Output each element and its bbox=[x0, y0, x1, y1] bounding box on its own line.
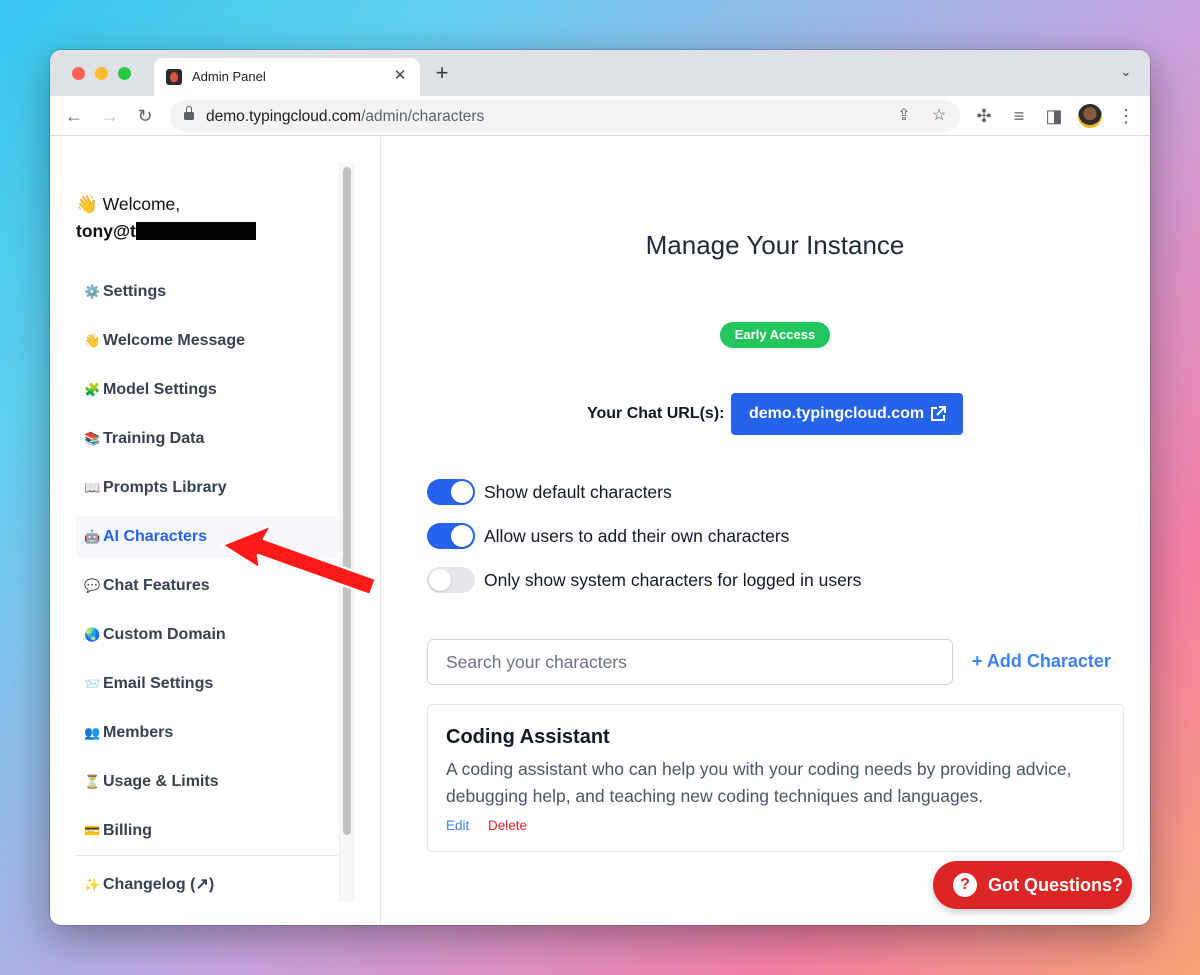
sparkles-icon: ✨ bbox=[84, 877, 101, 892]
got-questions-button[interactable]: ? Got Questions? bbox=[933, 861, 1132, 909]
sidebar-item-changelog[interactable]: ✨ Changelog (↗) bbox=[76, 864, 338, 906]
toggle-label: Show default characters bbox=[484, 482, 672, 502]
system-characters-logged-in-toggle[interactable] bbox=[427, 567, 475, 593]
books-icon: 📚 bbox=[84, 431, 101, 446]
more-menu-icon[interactable]: ⋮ bbox=[1114, 104, 1138, 128]
puzzle-icon: 🧩 bbox=[84, 382, 101, 397]
red-arrow-annotation bbox=[220, 525, 378, 597]
redaction-bar bbox=[135, 222, 256, 240]
chat-icon: 💬 bbox=[84, 578, 101, 593]
sidebar-item-custom-domain[interactable]: 🌏 Custom Domain bbox=[76, 614, 338, 656]
browser-window: Admin Panel ✕ + ⌄ ← → ↻ demo.typingcloud… bbox=[50, 50, 1150, 925]
extensions-puzzle-icon[interactable]: ✣ bbox=[972, 104, 996, 128]
favicon-icon bbox=[166, 69, 182, 85]
sidebar-item-settings[interactable]: ⚙️ Settings bbox=[76, 271, 338, 313]
hourglass-icon: ⏳ bbox=[84, 774, 101, 789]
maximize-window-button[interactable] bbox=[118, 67, 131, 80]
globe-icon: 🌏 bbox=[84, 627, 101, 642]
new-tab-icon[interactable]: + bbox=[430, 62, 454, 86]
tab-title: Admin Panel bbox=[192, 69, 266, 84]
sidebar-item-welcome-message[interactable]: 👋 Welcome Message bbox=[76, 320, 338, 362]
sidebar-divider bbox=[76, 855, 338, 856]
close-tab-icon[interactable]: ✕ bbox=[390, 66, 410, 86]
question-mark-icon: ? bbox=[953, 873, 977, 897]
sidebar-scrollbar-thumb[interactable] bbox=[343, 167, 351, 835]
main-panel: Manage Your Instance Early Access Your C… bbox=[382, 137, 1150, 925]
reload-icon[interactable]: ↻ bbox=[133, 104, 157, 128]
side-panel-icon[interactable]: ◨ bbox=[1042, 104, 1066, 128]
browser-tab[interactable]: Admin Panel ✕ bbox=[154, 58, 420, 96]
open-book-icon: 📖 bbox=[84, 480, 101, 495]
address-bar[interactable]: demo.typingcloud.com/admin/characters ⇪ … bbox=[170, 100, 960, 132]
robot-icon: 🤖 bbox=[84, 529, 101, 544]
credit-card-icon: 💳 bbox=[84, 823, 101, 838]
toggle-label: Allow users to add their own characters bbox=[484, 526, 790, 546]
sidebar: 👋 Welcome, tony@t ⚙️ Settings 👋 Welcome Me… bbox=[50, 137, 381, 925]
early-access-badge: Early Access bbox=[720, 322, 830, 348]
sidebar-item-email-settings[interactable]: 📨 Email Settings bbox=[76, 663, 338, 705]
sidebar-item-prompts-library[interactable]: 📖 Prompts Library bbox=[76, 467, 338, 509]
sidebar-item-model-settings[interactable]: 🧩 Model Settings bbox=[76, 369, 338, 411]
tab-strip: Admin Panel ✕ + ⌄ bbox=[50, 50, 1150, 96]
envelope-icon: 📨 bbox=[84, 676, 101, 691]
sidebar-item-members[interactable]: 👥 Members bbox=[76, 712, 338, 754]
media-queue-icon[interactable]: ≡ bbox=[1007, 104, 1031, 128]
wave-icon: 👋 bbox=[84, 333, 101, 348]
toggle-label: Only show system characters for logged i… bbox=[484, 570, 862, 590]
user-email: tony@t bbox=[76, 221, 256, 242]
sidebar-item-training-data[interactable]: 📚 Training Data bbox=[76, 418, 338, 460]
welcome-text: 👋 Welcome, bbox=[76, 194, 181, 214]
url-text: demo.typingcloud.com/admin/characters bbox=[206, 108, 485, 125]
chat-url-button[interactable]: demo.typingcloud.com bbox=[731, 393, 963, 435]
sidebar-item-billing[interactable]: 💳 Billing bbox=[76, 810, 338, 852]
close-window-button[interactable] bbox=[72, 67, 85, 80]
forward-arrow-icon[interactable]: → bbox=[98, 104, 122, 128]
edit-character-link[interactable]: Edit bbox=[446, 818, 469, 833]
search-characters-input[interactable] bbox=[427, 639, 953, 685]
allow-user-characters-toggle[interactable] bbox=[427, 523, 475, 549]
page-content: 👋 Welcome, tony@t ⚙️ Settings 👋 Welcome Me… bbox=[50, 137, 1150, 925]
bookmark-star-icon[interactable]: ☆ bbox=[928, 105, 950, 127]
lock-icon[interactable] bbox=[184, 106, 194, 121]
character-card: Coding Assistant A coding assistant who … bbox=[427, 704, 1124, 852]
external-link-icon bbox=[931, 406, 946, 421]
delete-character-link[interactable]: Delete bbox=[488, 818, 527, 833]
character-description: A coding assistant who can help you with… bbox=[446, 759, 1072, 806]
show-default-characters-toggle[interactable] bbox=[427, 479, 475, 505]
profile-avatar[interactable] bbox=[1078, 104, 1102, 128]
tab-search-chevron-icon[interactable]: ⌄ bbox=[1116, 64, 1136, 84]
add-character-button[interactable]: + Add Character bbox=[972, 651, 1111, 672]
character-name: Coding Assistant bbox=[446, 726, 610, 748]
chat-url-label: Your Chat URL(s): bbox=[587, 405, 725, 422]
back-arrow-icon[interactable]: ← bbox=[62, 104, 86, 128]
gear-icon: ⚙️ bbox=[84, 284, 101, 299]
share-icon[interactable]: ⇪ bbox=[893, 105, 915, 127]
minimize-window-button[interactable] bbox=[95, 67, 108, 80]
page-title: Manage Your Instance bbox=[645, 230, 905, 260]
browser-toolbar: ← → ↻ demo.typingcloud.com/admin/charact… bbox=[50, 96, 1150, 136]
people-icon: 👥 bbox=[84, 725, 101, 740]
sidebar-item-usage-limits[interactable]: ⏳ Usage & Limits bbox=[76, 761, 338, 803]
